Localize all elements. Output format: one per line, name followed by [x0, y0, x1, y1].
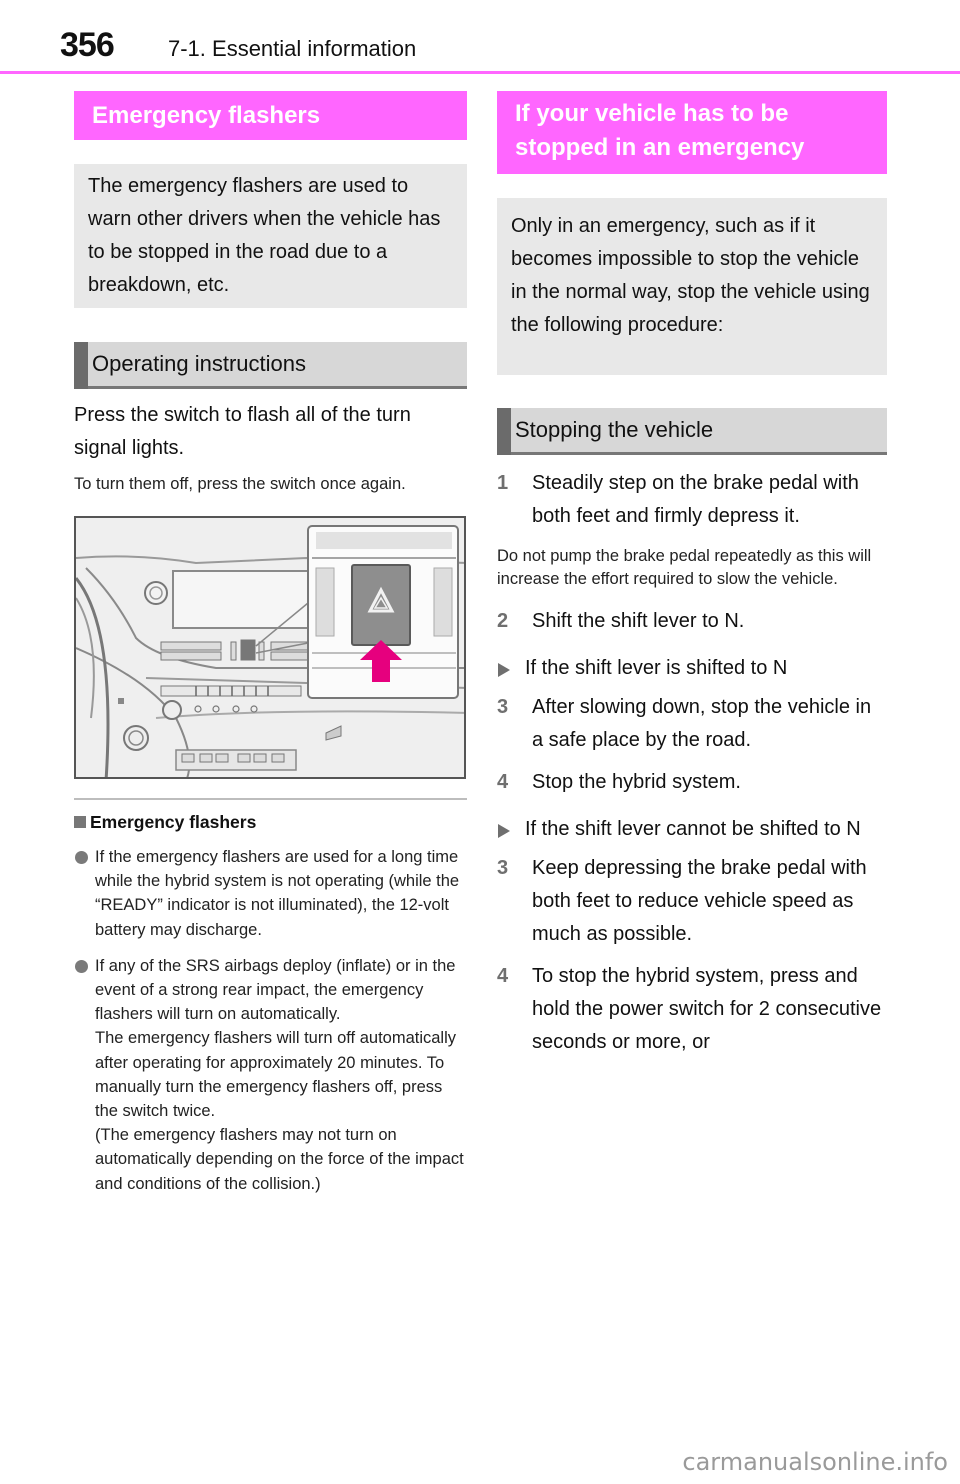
step-number: 3 [497, 857, 509, 879]
triangle-bullet-icon [498, 663, 510, 677]
header-rule [0, 71, 960, 74]
step-number: 1 [497, 472, 509, 494]
note-paragraph: (The emergency flashers may not turn on … [95, 1126, 464, 1193]
instruction-text: Press the switch to flash all of the tur… [74, 404, 411, 459]
step-text: After slowing down, stop the vehicle in … [532, 696, 872, 751]
square-bullet-icon [74, 816, 86, 828]
condition-not-shifted: If the shift lever cannot be shifted to … [497, 813, 887, 846]
step-text: Steadily step on the brake pedal with bo… [532, 472, 859, 527]
circle-bullet-icon [75, 959, 88, 973]
step-number: 4 [497, 771, 509, 793]
step-4b: 4 To stop the hybrid system, press and h… [497, 960, 887, 1059]
condition-text: If the shift lever is shifted to N [525, 657, 788, 679]
intro-box: The emergency flashers are used to warn … [74, 164, 467, 308]
step-2: 2 Shift the shift lever to N. [497, 605, 887, 638]
step-number: 2 [497, 610, 509, 632]
page-number: 356 [60, 26, 115, 64]
notes-title: Emergency flashers [74, 810, 467, 834]
step-text: Shift the shift lever to N. [532, 610, 745, 632]
dashboard-figure [74, 516, 466, 779]
step-text: Stop the hybrid system. [532, 771, 741, 793]
step-text: To stop the hybrid system, press and hol… [532, 965, 882, 1053]
note-item: If any of the SRS airbags deploy (inflat… [74, 954, 467, 1196]
circle-bullet-icon [75, 851, 88, 864]
subsection-stopping-vehicle: Stopping the vehicle [497, 408, 887, 455]
left-column: Emergency flashers The emergency flasher… [74, 91, 467, 1196]
step-1: 1 Steadily step on the brake pedal with … [497, 467, 887, 533]
intro-box: Only in an emergency, such as if it beco… [497, 198, 887, 375]
condition-text: If the shift lever cannot be shifted to … [525, 818, 861, 840]
step-4a: 4 Stop the hybrid system. [497, 766, 887, 799]
note-item: If the emergency flashers are used for a… [74, 845, 467, 942]
triangle-bullet-icon [498, 824, 510, 838]
section-title-emergency-stop: If your vehicle has to be stopped in an … [497, 91, 887, 174]
chapter-title: 7-1. Essential information [168, 36, 417, 61]
step-number: 4 [497, 965, 509, 987]
subsection-operating-instructions: Operating instructions [74, 342, 467, 389]
step-text: Keep depressing the brake pedal with bot… [532, 857, 867, 945]
dashboard-illustration [76, 518, 464, 777]
note-paragraph: The emergency flashers will turn off aut… [95, 1029, 457, 1121]
step-1-note: Do not pump the brake pedal repeatedly a… [497, 547, 872, 588]
note-paragraph: If the emergency flashers are used for a… [95, 848, 460, 939]
note-paragraph: If any of the SRS airbags deploy (inflat… [95, 956, 456, 1024]
step-3b: 3 Keep depressing the brake pedal with b… [497, 852, 887, 951]
subsection-title: Operating instructions [92, 351, 306, 376]
step-number: 3 [497, 696, 509, 718]
condition-shifted: If the shift lever is shifted to N [497, 652, 887, 685]
right-column: If your vehicle has to be stopped in an … [497, 91, 887, 1059]
instruction-note: To turn them off, press the switch once … [74, 475, 406, 493]
step-3a: 3 After slowing down, stop the vehicle i… [497, 691, 887, 757]
watermark: carmanualsonline.info [682, 1448, 948, 1476]
section-title-emergency-flashers: Emergency flashers [74, 91, 467, 140]
subsection-title: Stopping the vehicle [515, 417, 714, 442]
